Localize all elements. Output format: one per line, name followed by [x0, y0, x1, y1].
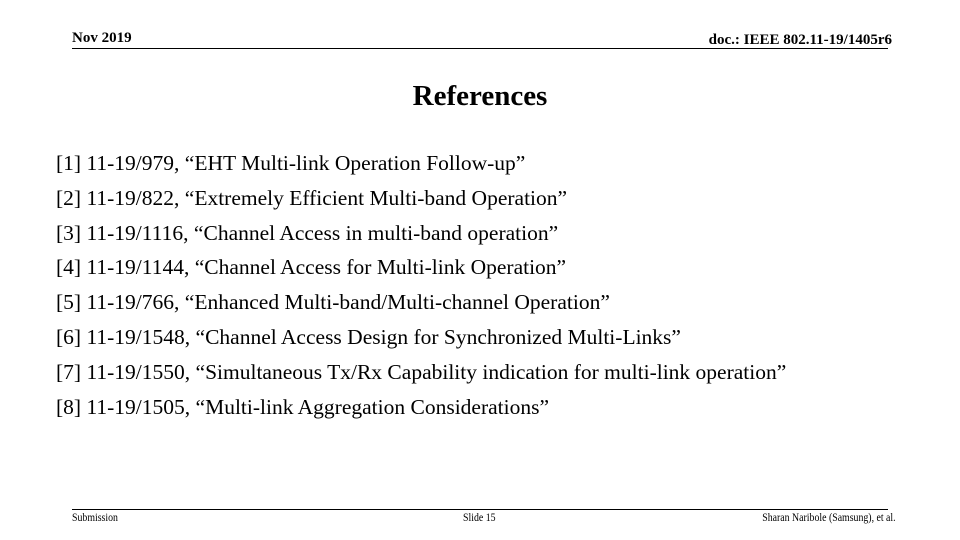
reference-item: [2] 11-19/822, “Extremely Efficient Mult… [56, 185, 568, 210]
header-doc-id: doc.: IEEE 802.11-19/1405r6 [708, 32, 892, 48]
reference-item: [4] 11-19/1144, “Channel Access for Mult… [56, 255, 567, 280]
reference-item: [5] 11-19/766, “Enhanced Multi-band/Mult… [56, 290, 610, 315]
reference-item: [8] 11-19/1505, “Multi-link Aggregation … [56, 394, 550, 419]
header-divider [72, 48, 888, 49]
footer-slide-number: Slide 15 [463, 510, 496, 524]
reference-item: [3] 11-19/1116, “Channel Access in multi… [56, 220, 559, 245]
reference-item: [6] 11-19/1548, “Channel Access Design f… [56, 324, 681, 349]
header-date: Nov 2019 [72, 30, 132, 46]
footer-submission: Submission [72, 510, 118, 524]
footer-authors: Sharan Naribole (Samsung), et al. [762, 510, 896, 524]
reference-list: [1] 11-19/979, “EHT Multi-link Operation… [56, 146, 786, 424]
reference-item: [1] 11-19/979, “EHT Multi-link Operation… [56, 151, 526, 175]
slide-title: References [412, 80, 548, 112]
reference-item: [7] 11-19/1550, “Simultaneous Tx/Rx Capa… [56, 359, 787, 384]
